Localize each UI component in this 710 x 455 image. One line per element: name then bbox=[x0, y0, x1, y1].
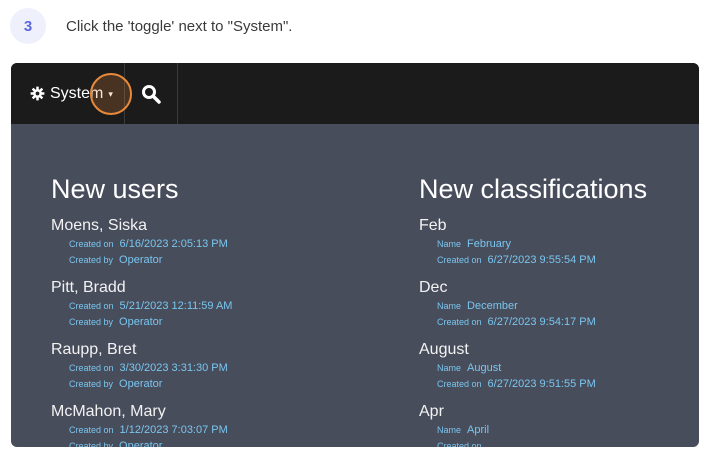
list-item[interactable]: Feb Name February Created on 6/27/2023 9:55:… bbox=[419, 216, 689, 268]
created-by-value: Operator bbox=[119, 254, 163, 266]
created-on: Created on 6/27/2023 9:55:54 PM bbox=[419, 252, 689, 268]
created-on: Created on 6/27/2023 9:54:17 PM bbox=[419, 314, 689, 330]
created-by: Created by Operator bbox=[51, 376, 381, 392]
classification-full-name-value: February bbox=[467, 238, 512, 250]
step-header: 3 Click the 'toggle' next to "System". bbox=[10, 8, 292, 44]
created-by-label: Created by bbox=[69, 317, 114, 327]
classification-name[interactable]: Apr bbox=[419, 402, 689, 422]
classification-name[interactable]: Dec bbox=[419, 278, 689, 298]
created-by: Created by Operator bbox=[51, 252, 381, 268]
created-on-value: 1/12/2023 7:03:07 PM bbox=[119, 424, 228, 436]
created-on-value: 6/27/2023 9:51:55 PM bbox=[487, 378, 596, 390]
new-users-panel: New users Moens, Siska Created on 6/16/202… bbox=[51, 173, 381, 447]
user-name[interactable]: Moens, Siska bbox=[51, 216, 381, 236]
list-item[interactable]: Moens, Siska Created on 6/16/2023 2:05:13 … bbox=[51, 216, 381, 268]
list-item[interactable]: Dec Name December Created on 6/27/2023 9:54:… bbox=[419, 278, 689, 330]
created-on-label: Created on bbox=[69, 301, 114, 311]
created-by-label: Created by bbox=[69, 379, 114, 389]
created-on-label: Created on bbox=[69, 363, 114, 373]
new-classifications-list: Feb Name February Created on 6/27/2023 9:55:… bbox=[419, 216, 689, 447]
created-by: Created by Operator bbox=[51, 438, 381, 447]
new-classifications-title: New classifications bbox=[419, 174, 648, 204]
created-by-value: Operator bbox=[119, 316, 163, 328]
created-on-label: Created on bbox=[437, 317, 482, 327]
created-by-label: Created by bbox=[69, 255, 114, 265]
toolbar-divider bbox=[177, 63, 178, 124]
classification-full-name-label: Name bbox=[437, 239, 462, 249]
classification-name[interactable]: Feb bbox=[419, 216, 689, 236]
dashboard-content: New users Moens, Siska Created on 6/16/202… bbox=[11, 124, 699, 447]
user-name[interactable]: McMahon, Mary bbox=[51, 402, 381, 422]
new-users-list: Moens, Siska Created on 6/16/2023 2:05:13 … bbox=[51, 216, 381, 447]
created-on-label: Created on bbox=[437, 441, 482, 447]
created-by-label: Created by bbox=[69, 441, 114, 447]
created-on-value: 5/21/2023 12:11:59 AM bbox=[119, 300, 233, 312]
new-users-title: New users bbox=[51, 174, 179, 204]
created-on: Created on 3/30/2023 3:31:30 PM bbox=[51, 360, 381, 376]
list-item[interactable]: McMahon, Mary Created on 1/12/2023 7:03:07… bbox=[51, 402, 381, 447]
classification-name[interactable]: August bbox=[419, 340, 689, 360]
created-on: Created on 5/21/2023 12:11:59 AM bbox=[51, 298, 381, 314]
search-icon bbox=[141, 84, 161, 104]
user-name[interactable]: Pitt, Bradd bbox=[51, 278, 381, 298]
classification-full-name-value: April bbox=[467, 424, 490, 436]
created-on-value: 3/30/2023 3:31:30 PM bbox=[119, 362, 228, 374]
created-by-value: Operator bbox=[119, 440, 163, 447]
step-number-badge: 3 bbox=[10, 8, 46, 44]
created-on: Created on bbox=[419, 438, 689, 447]
created-on: Created on 6/27/2023 9:51:55 PM bbox=[419, 376, 689, 392]
created-on-value: 6/27/2023 9:54:17 PM bbox=[487, 316, 596, 328]
classification-full-name-value: August bbox=[467, 362, 502, 374]
created-by: Created by Operator bbox=[51, 314, 381, 330]
list-item[interactable]: Pitt, Bradd Created on 5/21/2023 12:11:59 … bbox=[51, 278, 381, 330]
new-classifications-panel: New classifications Feb Name February Creat… bbox=[419, 173, 689, 447]
classification-full-name-label: Name bbox=[437, 301, 462, 311]
list-item[interactable]: Raupp, Bret Created on 3/30/2023 3:31:30 P… bbox=[51, 340, 381, 392]
top-toolbar: System ▾ bbox=[11, 63, 699, 124]
classification-full-name-value: December bbox=[467, 300, 518, 312]
created-on-label: Created on bbox=[437, 379, 482, 389]
created-on: Created on 6/16/2023 2:05:13 PM bbox=[51, 236, 381, 252]
classification-full-name: Name April bbox=[419, 422, 689, 438]
classification-full-name-label: Name bbox=[437, 425, 462, 435]
created-by-value: Operator bbox=[119, 378, 163, 390]
list-item[interactable]: Apr Name April Created on bbox=[419, 402, 689, 447]
classification-full-name-label: Name bbox=[437, 363, 462, 373]
user-name[interactable]: Raupp, Bret bbox=[51, 340, 381, 360]
step-instruction: Click the 'toggle' next to "System". bbox=[66, 17, 293, 35]
classification-full-name: Name December bbox=[419, 298, 689, 314]
click-target-highlight bbox=[90, 73, 132, 115]
created-on-value: 6/27/2023 9:55:54 PM bbox=[487, 254, 596, 266]
created-on-label: Created on bbox=[437, 255, 482, 265]
created-on-label: Created on bbox=[69, 425, 114, 435]
created-on-value: 6/16/2023 2:05:13 PM bbox=[119, 238, 228, 250]
list-item[interactable]: August Name August Created on 6/27/2023 9:51… bbox=[419, 340, 689, 392]
classification-full-name: Name August bbox=[419, 360, 689, 376]
gear-icon bbox=[30, 86, 45, 101]
created-on-label: Created on bbox=[69, 239, 114, 249]
classification-full-name: Name February bbox=[419, 236, 689, 252]
created-on: Created on 1/12/2023 7:03:07 PM bbox=[51, 422, 381, 438]
app-window: System ▾ New users Moens, Siska Created o… bbox=[11, 63, 699, 447]
